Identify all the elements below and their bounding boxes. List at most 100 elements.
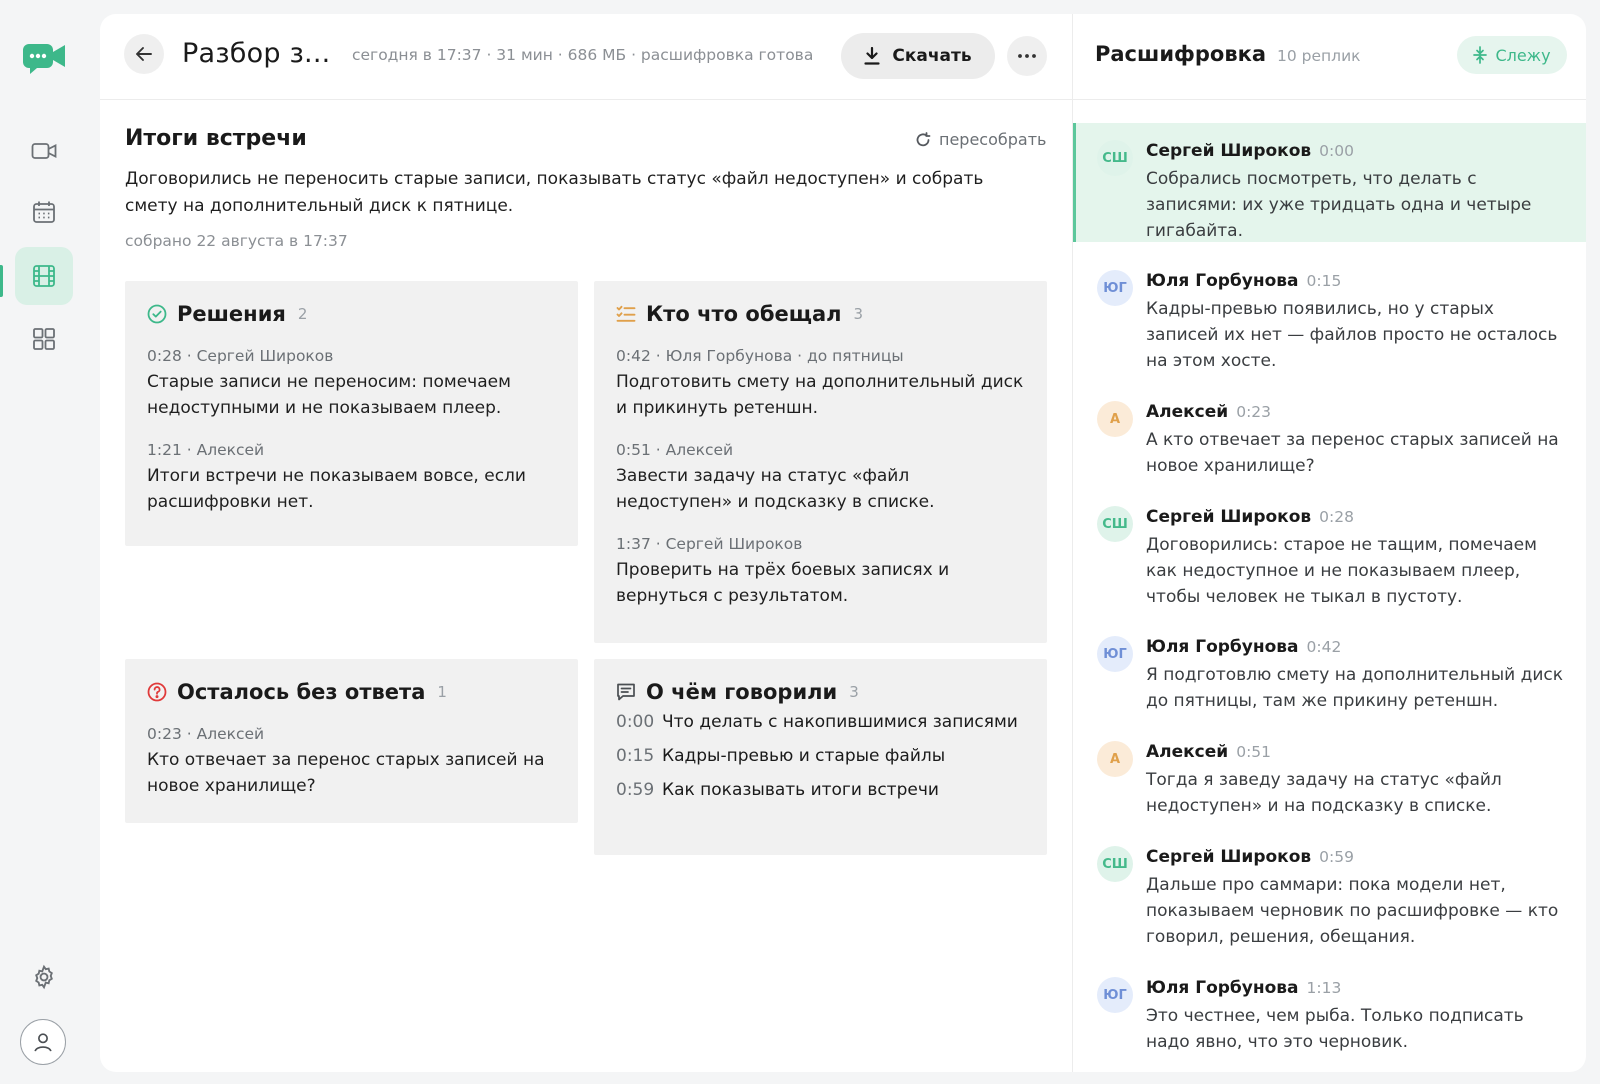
transcript-title: Расшифровка [1095, 42, 1267, 66]
replica-time[interactable]: 0:51 [1236, 743, 1271, 761]
nav-active-indicator [0, 265, 3, 297]
gear-icon [35, 964, 53, 990]
follow-label: Слежу [1495, 45, 1551, 65]
transcript-replica[interactable]: СШ Сергей Широков 0:00 Собрались посмотре… [1073, 123, 1586, 242]
replica-text: Дальше про саммари: пока модели нет, пок… [1146, 875, 1559, 947]
recording-meta: сегодня в 17:37 · 31 мин · 686 МБ · расш… [352, 46, 814, 64]
replica-time[interactable]: 0:15 [1307, 272, 1342, 290]
speaker-name: Алексей [1146, 402, 1229, 422]
rebuild-button[interactable]: пересобрать [915, 130, 1046, 149]
more-button[interactable] [1007, 36, 1047, 76]
speaker-avatar: А [1097, 401, 1133, 437]
open-questions-title: Осталось без ответа [177, 680, 426, 704]
summary-text: Договорились не переносить старые записи… [125, 169, 984, 216]
summary-title: Итоги встречи [125, 126, 307, 151]
speaker-avatar: ЮГ [1097, 270, 1133, 306]
transcript-panel: Расшифровка 10 реплик Слежу СШ Сергей Ши… [1072, 14, 1586, 1072]
refresh-icon [916, 131, 931, 146]
open-questions-card: Осталось без ответа 1 0:23 · Алексей Кто… [125, 659, 578, 823]
item-text: Старые записи не переносим: помечаем нед… [147, 372, 511, 418]
follow-icon [1473, 46, 1488, 64]
replica-text: Это честнее, чем рыба. Только подписать … [1146, 1006, 1524, 1052]
download-icon [864, 47, 880, 65]
item-meta: 0:42 · Юля Горбунова · до пятницы [616, 347, 904, 365]
list-item[interactable]: 0:23 · Алексей Кто отвечает за перенос с… [147, 723, 556, 799]
promises-count: 3 [853, 305, 864, 323]
speaker-avatar: СШ [1097, 140, 1133, 176]
replica-time[interactable]: 0:23 [1236, 403, 1271, 421]
list-item[interactable]: 0:51 · Алексей Завести задачу на статус … [616, 439, 1025, 515]
item-text: Проверить на трёх боевых записях и верну… [616, 560, 950, 606]
nav-meetings[interactable] [15, 122, 73, 180]
sidebar [0, 0, 88, 1084]
profile-button[interactable] [20, 1019, 66, 1065]
recording-topbar: Разбор з... сегодня в 17:37 · 31 мин · 6… [100, 14, 1072, 100]
decisions-count: 2 [297, 305, 308, 323]
transcript-header: Расшифровка 10 реплик Слежу [1073, 14, 1586, 100]
replica-time[interactable]: 0:59 [1319, 848, 1354, 866]
topic-time: 0:00 [616, 712, 655, 732]
video-camera-icon [31, 143, 57, 159]
speaker-name: Алексей [1146, 742, 1229, 762]
item-meta: 0:28 · Сергей Широков [147, 347, 334, 365]
replica-time[interactable]: 0:28 [1319, 508, 1354, 526]
speaker-avatar: СШ [1097, 506, 1133, 542]
item-meta: 0:23 · Алексей [147, 725, 265, 743]
replica-time[interactable]: 0:00 [1319, 142, 1354, 160]
item-meta: 1:21 · Алексей [147, 441, 265, 459]
decisions-card: Решения 2 0:28 · Сергей Широков Старые з… [125, 281, 578, 546]
download-button[interactable]: Скачать [841, 33, 995, 79]
item-text: Кто отвечает за перенос старых записей н… [147, 750, 545, 796]
list-item[interactable]: 1:37 · Сергей Широков Проверить на трёх … [616, 533, 1025, 609]
nav-calendar[interactable] [15, 183, 73, 241]
speaker-name: Сергей Широков [1146, 141, 1312, 161]
item-meta: 1:37 · Сергей Широков [616, 535, 803, 553]
topics-card: О чём говорили 3 0:00 Что делать с накоп… [594, 659, 1047, 855]
list-item[interactable]: 1:21 · Алексей Итоги встречи не показыва… [147, 439, 556, 515]
topic-item[interactable]: 0:15 Кадры-превью и старые файлы [616, 743, 1025, 769]
film-icon [33, 265, 55, 287]
back-button[interactable] [124, 34, 164, 74]
promises-card: Кто что обещал 3 0:42 · Юля Горбунова · … [594, 281, 1047, 643]
settings-button[interactable] [15, 948, 73, 1006]
recording-main: Разбор з... сегодня в 17:37 · 31 мин · 6… [100, 14, 1072, 1072]
topic-text: Кадры-превью и старые файлы [662, 746, 946, 766]
follow-toggle[interactable]: Слежу [1457, 36, 1567, 74]
list-item[interactable]: 0:42 · Юля Горбунова · до пятницы Подгот… [616, 345, 1025, 421]
grid-icon [33, 328, 55, 350]
speaker-name: Юля Горбунова [1146, 637, 1299, 657]
promises-title: Кто что обещал [646, 302, 842, 326]
topics-count: 3 [849, 683, 859, 701]
nav-apps[interactable] [15, 310, 73, 368]
item-meta: 0:51 · Алексей [616, 441, 734, 459]
list-item[interactable]: 0:28 · Сергей Широков Старые записи не п… [147, 345, 556, 421]
speaker-name: Сергей Широков [1146, 847, 1312, 867]
replica-text: А кто отвечает за перенос старых записей… [1146, 430, 1559, 476]
item-text: Подготовить смету на дополнительный диск… [616, 372, 1024, 418]
replica-text: Тогда я заведу задачу на статус «файл не… [1146, 770, 1502, 816]
download-label: Скачать [892, 46, 972, 66]
replica-time[interactable]: 0:42 [1307, 638, 1342, 656]
chat-bubble-icon [617, 683, 635, 701]
recording-title: Разбор з... [182, 38, 331, 69]
open-questions-count: 1 [437, 683, 447, 701]
calendar-icon [33, 201, 55, 223]
topic-item[interactable]: 0:00 Что делать с накопившимися записями [616, 709, 1025, 735]
speaker-name: Юля Горбунова [1146, 271, 1299, 291]
speaker-avatar: А [1097, 741, 1133, 777]
topic-item[interactable]: 0:59 Как показывать итоги встречи [616, 777, 1025, 803]
transcript-count: 10 реплик [1277, 47, 1361, 65]
replica-text: Кадры-превью появились, но у старых запи… [1146, 299, 1558, 371]
summary-date: собрано 22 августа в 17:37 [125, 232, 348, 250]
replica-text: Договорились: старое не тащим, помечаем … [1146, 535, 1537, 607]
item-text: Итоги встречи не показываем вовсе, если … [147, 466, 526, 512]
task-list-icon [616, 305, 636, 322]
replica-text: Собрались посмотреть, что делать с запис… [1146, 169, 1532, 241]
nav-recordings[interactable] [15, 247, 73, 305]
topic-time: 0:59 [616, 780, 655, 800]
item-text: Завести задачу на статус «файл недоступе… [616, 466, 935, 512]
speaker-avatar: ЮГ [1097, 636, 1133, 672]
replica-time[interactable]: 1:13 [1307, 979, 1342, 997]
topics-title: О чём говорили [646, 680, 838, 704]
check-circle-icon [147, 304, 167, 324]
